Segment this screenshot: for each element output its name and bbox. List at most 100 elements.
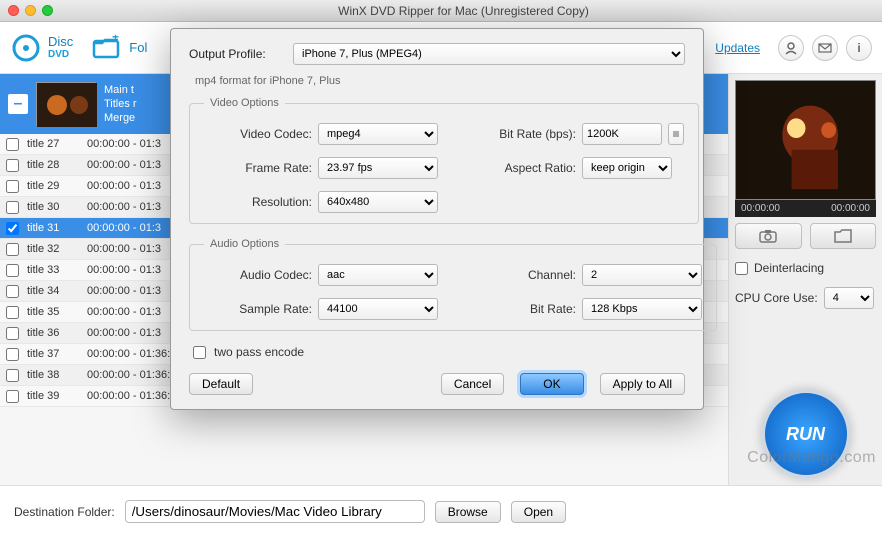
ok-button[interactable]: OK [520,373,583,395]
output-profile-dialog: Output Profile: iPhone 7, Plus (MPEG4) m… [170,28,704,410]
svg-text:+: + [112,35,119,44]
title-checkbox[interactable] [6,222,19,235]
close-icon[interactable] [8,5,19,16]
title-checkbox[interactable] [6,390,19,403]
destination-input[interactable] [125,500,425,523]
sample-rate-select[interactable]: 44100 [318,298,438,320]
browse-button[interactable]: Browse [435,501,501,523]
cancel-button[interactable]: Cancel [441,373,504,395]
disc-sublabel: DVD [48,48,73,61]
preview-time-left: 00:00:00 [741,203,780,214]
title-checkbox[interactable] [6,369,19,382]
user-icon[interactable] [778,35,804,61]
two-pass-checkbox[interactable] [193,346,206,359]
camera-icon [759,229,777,243]
audio-options-legend: Audio Options [204,238,285,250]
banner-meta: Main t Titles r Merge [104,83,137,125]
title-name: title 28 [27,159,79,171]
mail-icon[interactable] [812,35,838,61]
open-button[interactable]: Open [511,501,566,523]
video-codec-label: Video Codec: [204,127,312,141]
default-button[interactable]: Default [189,373,253,395]
video-options-group: Video Options Video Codec: mpeg4 Bit Rat… [189,97,699,224]
title-name: title 38 [27,369,79,381]
title-checkbox[interactable] [6,306,19,319]
info-icon[interactable]: i [846,35,872,61]
banner-line2: Titles r [104,97,137,111]
banner-line3: Merge [104,111,137,125]
resolution-label: Resolution: [204,195,312,209]
disc-icon [10,32,42,64]
window-titlebar: WinX DVD Ripper for Mac (Unregistered Co… [0,0,882,22]
preview-timebar: 00:00:00 00:00:00 [735,200,876,217]
right-panel: 00:00:00 00:00:00 Deinterlacing CPU Core… [728,74,882,485]
output-profile-label: Output Profile: [189,47,285,61]
aspect-ratio-select[interactable]: keep origin [582,157,672,179]
updates-link[interactable]: Updates [715,41,760,55]
title-checkbox[interactable] [6,243,19,256]
sample-rate-label: Sample Rate: [204,302,312,316]
title-name: title 31 [27,222,79,234]
cpu-core-select[interactable]: 4 [824,287,874,309]
preview-area[interactable] [735,80,876,200]
folder-button[interactable]: + Fol [91,32,147,64]
open-folder-button[interactable] [810,223,877,249]
title-checkbox[interactable] [6,327,19,340]
video-bitrate-input[interactable] [582,123,662,145]
run-label: RUN [786,424,825,445]
destination-label: Destination Folder: [14,505,115,519]
window-title: WinX DVD Ripper for Mac (Unregistered Co… [53,4,874,18]
title-name: title 36 [27,327,79,339]
snapshot-button[interactable] [735,223,802,249]
cpu-core-label: CPU Core Use: [735,291,818,305]
bitrate-slider-button[interactable] [668,123,684,145]
title-checkbox[interactable] [6,159,19,172]
minimize-icon[interactable] [25,5,36,16]
audio-bitrate-select[interactable]: 128 Kbps [582,298,702,320]
folder-plus-icon: + [91,32,123,64]
two-pass-label: two pass encode [214,345,304,359]
audio-codec-select[interactable]: aac [318,264,438,286]
deinterlacing-checkbox[interactable] [735,262,748,275]
title-name: title 35 [27,306,79,318]
audio-bitrate-label: Bit Rate: [468,302,576,316]
video-bitrate-label: Bit Rate (bps): [468,127,576,141]
window-controls [8,5,53,16]
output-profile-select[interactable]: iPhone 7, Plus (MPEG4) [293,43,685,65]
title-checkbox[interactable] [6,285,19,298]
video-codec-select[interactable]: mpeg4 [318,123,438,145]
title-name: title 34 [27,285,79,297]
disc-label: Disc [48,35,73,48]
frame-rate-label: Frame Rate: [204,161,312,175]
deinterlacing-label: Deinterlacing [754,261,824,275]
preview-time-right: 00:00:00 [831,203,870,214]
footer-bar: Destination Folder: Browse Open [0,485,882,537]
audio-channel-label: Channel: [468,268,576,282]
title-name: title 30 [27,201,79,213]
watermark-text: ColorMango.com [747,449,876,467]
folder-icon [834,229,852,243]
collapse-icon[interactable]: – [8,94,28,114]
title-checkbox[interactable] [6,348,19,361]
title-checkbox[interactable] [6,180,19,193]
resolution-select[interactable]: 640x480 [318,191,438,213]
aspect-ratio-label: Aspect Ratio: [468,161,576,175]
title-checkbox[interactable] [6,264,19,277]
apply-all-button[interactable]: Apply to All [600,373,685,395]
title-name: title 37 [27,348,79,360]
audio-channel-select[interactable]: 2 [582,264,702,286]
banner-thumbnail [36,82,96,126]
title-name: title 33 [27,264,79,276]
title-checkbox[interactable] [6,138,19,151]
title-name: title 39 [27,390,79,402]
title-name: title 27 [27,138,79,150]
title-name: title 32 [27,243,79,255]
zoom-icon[interactable] [42,5,53,16]
disc-button[interactable]: Disc DVD [10,32,73,64]
frame-rate-select[interactable]: 23.97 fps [318,157,438,179]
audio-codec-label: Audio Codec: [204,268,312,282]
folder-label: Fol [129,40,147,55]
slider-icon [672,129,680,139]
title-checkbox[interactable] [6,201,19,214]
audio-options-group: Audio Options Audio Codec: aac Channel: … [189,238,717,331]
